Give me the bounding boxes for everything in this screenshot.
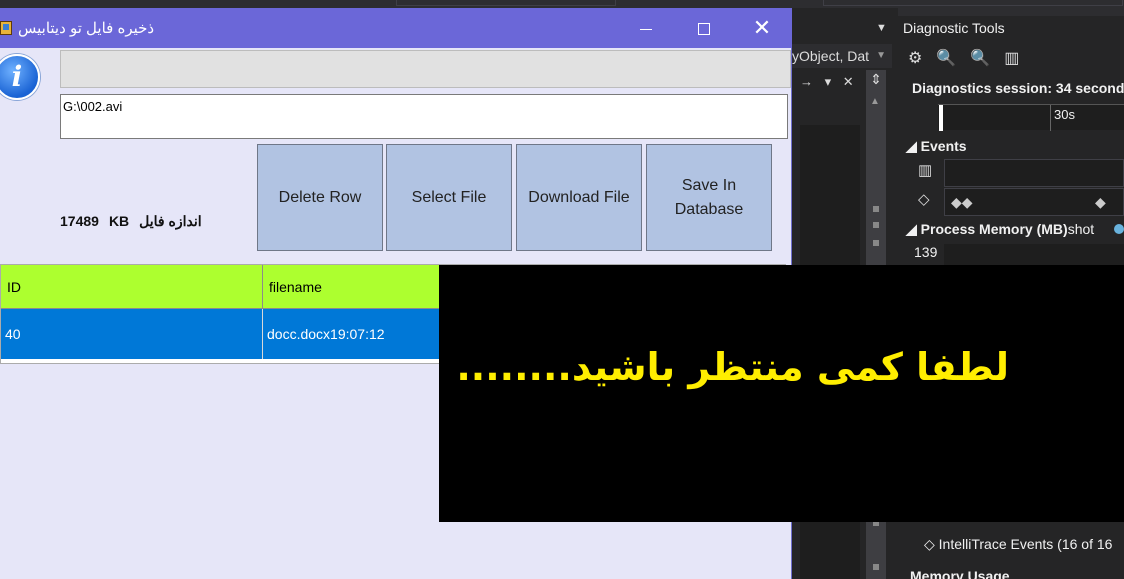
progress-bar (60, 50, 791, 88)
chevron-down-icon: ▼ (876, 50, 886, 61)
intellitrace-events-label: IntelliTrace Events (16 of 16 (938, 536, 1113, 552)
pause-icon: ▥ (918, 162, 933, 179)
vs-member-dropdown[interactable]: yObject, Dat ▼ (792, 44, 892, 68)
info-icon: i (0, 54, 40, 100)
minimize-button[interactable] (617, 8, 675, 48)
column-header-id[interactable]: ID (1, 265, 263, 309)
scroll-marker (873, 240, 879, 246)
download-file-button[interactable]: Download File (516, 144, 642, 251)
close-icon: ✕ (752, 15, 772, 40)
dialog-title-bar[interactable]: ذخیره فایل تو دیتابیس ✕ (0, 8, 792, 48)
arrow-right-icon[interactable]: → (800, 74, 813, 89)
scroll-marker (873, 564, 879, 570)
process-memory-label: Process Memory (MB) (920, 221, 1068, 237)
event-diamond-icon[interactable]: ◆◆ (951, 194, 973, 211)
scroll-marker (873, 206, 879, 212)
memory-usage-tab[interactable]: Memory Usage (910, 568, 1010, 579)
events-lane-intellitrace[interactable]: ◆◆ ◆ (944, 188, 1124, 216)
timeline-tick (1050, 105, 1051, 131)
timeline-cursor[interactable] (939, 105, 943, 131)
vs-toolbar-slot (396, 0, 616, 6)
delete-row-button[interactable]: Delete Row (257, 144, 383, 251)
gear-icon[interactable]: ⚙ (908, 48, 922, 68)
scroll-up-icon[interactable]: ▲ (870, 96, 880, 107)
file-size-value: 17489 (60, 213, 99, 229)
chevron-down-icon[interactable]: ▾ (825, 74, 832, 89)
vs-top-bar (0, 0, 1124, 8)
file-size-caption: اندازه فایل (139, 213, 202, 229)
diamond-icon: ◇ (918, 191, 930, 208)
events-label: Events (920, 138, 967, 154)
snapshot-label: shot (1067, 221, 1095, 237)
table-cell-id[interactable]: 40 (1, 309, 263, 359)
process-memory-header[interactable]: ◢ Process Memory (MB)shot (906, 221, 1094, 238)
snapshot-dot-icon (1114, 224, 1124, 234)
dialog-title: ذخیره فایل تو دیتابیس (18, 20, 155, 37)
minimize-icon (640, 28, 652, 30)
vs-toolbar-slot (823, 0, 1123, 6)
close-button[interactable]: ✕ (733, 8, 791, 48)
file-size-unit: KB (108, 213, 130, 229)
file-size-label: 17489 KB اندازه فایل (60, 213, 212, 230)
events-section-header[interactable]: ◢ Events (906, 138, 967, 155)
intellitrace-events-row[interactable]: ◇ IntelliTrace Events (16 of 16 (924, 536, 1112, 553)
diagnostics-session-label: Diagnostics session: 34 seconds (912, 80, 1124, 96)
memory-axis-value: 139 (914, 244, 938, 260)
vs-dropdown-arrow-icon[interactable]: ▼ (876, 22, 887, 34)
select-file-button[interactable]: Select File (386, 144, 512, 251)
diagnostic-tools-title: Diagnostic Tools (903, 20, 1005, 36)
save-in-database-button[interactable]: Save In Database (646, 144, 772, 251)
zoom-in-icon[interactable]: 🔍 (936, 48, 956, 68)
events-lane-break (944, 159, 1124, 187)
maximize-icon (698, 23, 710, 36)
diagnostic-toolbar: ⚙ 🔍 🔍 ▥ (908, 48, 1019, 68)
event-diamond-icon[interactable]: ◆ (1095, 194, 1106, 211)
app-icon (0, 21, 12, 35)
wait-overlay: لطفا کمی منتظر باشید........ (439, 265, 1124, 522)
scroll-marker (873, 222, 879, 228)
file-path-field[interactable]: G:\002.avi (60, 94, 788, 139)
zoom-out-icon[interactable]: 🔍 (970, 48, 990, 68)
wait-message: لطفا کمی منتظر باشید........ (456, 345, 1009, 389)
maximize-button[interactable] (675, 8, 733, 48)
close-icon[interactable]: ✕ (843, 74, 854, 89)
reset-zoom-icon[interactable]: ▥ (1004, 48, 1019, 68)
timeline-tick-label: 30s (1054, 107, 1075, 122)
vs-member-dropdown-text: yObject, Dat (792, 48, 870, 64)
timeline-ruler[interactable]: 30s (938, 104, 1124, 131)
split-view-icon[interactable]: ⇕ (866, 70, 886, 90)
vs-tab-nav: → ▾ ✕ (800, 74, 862, 90)
